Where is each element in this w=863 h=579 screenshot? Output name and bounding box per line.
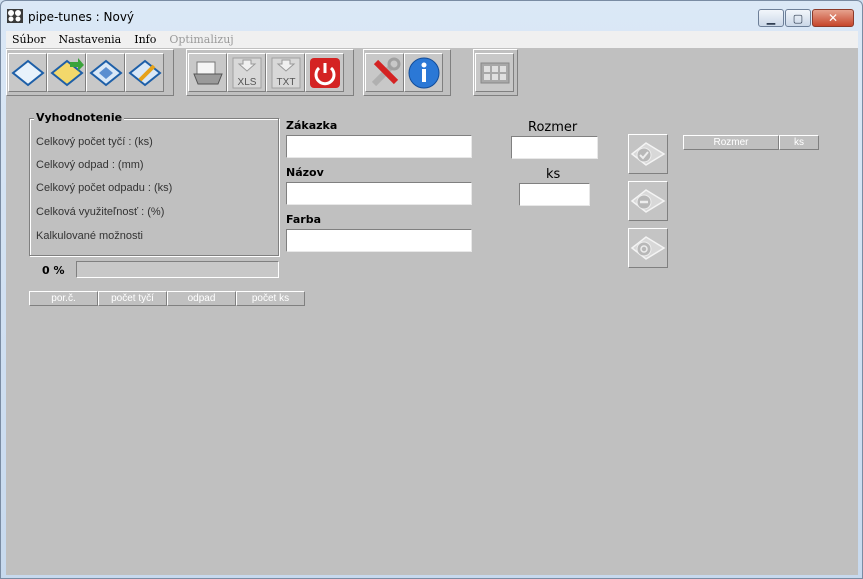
farba-input[interactable] xyxy=(286,229,472,252)
save-as-disk-icon xyxy=(127,59,162,86)
window-title: pipe-tunes : Nový xyxy=(28,10,135,24)
optimize-button[interactable] xyxy=(475,53,514,92)
svg-text:XLS: XLS xyxy=(237,77,256,88)
optimize-calculator-icon xyxy=(480,62,509,83)
minimize-icon: ▁ xyxy=(766,11,776,25)
open-folder-icon xyxy=(49,57,84,86)
open-button[interactable] xyxy=(47,53,86,92)
progress-bar xyxy=(76,261,279,278)
maximize-button[interactable]: ▢ xyxy=(785,9,811,27)
menu-optimalizuj[interactable]: Optimalizuj xyxy=(163,33,240,46)
rozmer-label: Rozmer xyxy=(528,120,578,135)
menu-bar: Súbor Nastavenia Info Optimalizuj xyxy=(6,31,858,48)
save-as-button[interactable] xyxy=(125,53,164,92)
col-header-ks[interactable]: ks xyxy=(779,135,819,150)
progress-percent-label: 0 % xyxy=(42,264,65,277)
toolbar-export-group: XLS TXT xyxy=(186,49,354,96)
export-xls-button[interactable]: XLS xyxy=(227,53,266,92)
toolbar-tools-group xyxy=(363,49,451,96)
ks-label: ks xyxy=(546,167,561,182)
export-xls-icon: XLS xyxy=(232,57,261,88)
new-button[interactable] xyxy=(8,53,47,92)
add-item-button[interactable] xyxy=(628,134,668,174)
minimize-button[interactable]: ▁ xyxy=(758,9,784,27)
stat-utilization: Celková využiteľnosť : (%) xyxy=(36,206,165,218)
save-button[interactable] xyxy=(86,53,125,92)
results-table-header: por.č. počet tyčí odpad počet ks xyxy=(29,291,305,306)
export-txt-button[interactable]: TXT xyxy=(266,53,305,92)
farba-label: Farba xyxy=(286,213,322,226)
export-txt-icon: TXT xyxy=(271,57,300,88)
tools-settings-icon xyxy=(371,57,400,86)
toolbar-optimize-group xyxy=(473,49,518,96)
menu-nastavenia[interactable]: Nastavenia xyxy=(53,33,129,46)
toolbar-file-group xyxy=(6,49,174,96)
col-header-rozmer[interactable]: Rozmer xyxy=(683,135,779,150)
menu-subor[interactable]: Súbor xyxy=(6,33,53,46)
maximize-icon: ▢ xyxy=(792,11,804,25)
col-header-waste[interactable]: odpad xyxy=(167,291,236,306)
menu-info[interactable]: Info xyxy=(128,33,163,46)
client-area: XLS TXT Vyhodnotenie Celkový počet tyčí … xyxy=(6,48,858,575)
col-header-order[interactable]: por.č. xyxy=(29,291,98,306)
exit-button[interactable] xyxy=(305,53,344,92)
rozmer-input[interactable] xyxy=(511,136,598,159)
power-exit-icon xyxy=(309,57,340,88)
info-button[interactable] xyxy=(404,53,443,92)
summary-title: Vyhodnotenie xyxy=(34,111,125,124)
print-button[interactable] xyxy=(188,53,227,92)
remove-item-button[interactable] xyxy=(628,181,668,221)
col-header-piece-count[interactable]: počet ks xyxy=(236,291,305,306)
app-window: pipe-tunes : Nový ▁ ▢ ✕ Súbor Nastavenia… xyxy=(0,0,863,579)
edit-item-icon xyxy=(630,236,666,260)
stat-total-bars: Celkový počet tyčí : (ks) xyxy=(36,136,153,148)
col-header-bar-count[interactable]: počet tyčí xyxy=(98,291,167,306)
app-icon xyxy=(7,9,23,23)
info-icon xyxy=(408,57,439,88)
nazov-label: Názov xyxy=(286,166,324,179)
zakazka-label: Zákazka xyxy=(286,119,338,132)
zakazka-input[interactable] xyxy=(286,135,472,158)
settings-button[interactable] xyxy=(365,53,404,92)
remove-item-icon xyxy=(630,189,666,213)
printer-icon xyxy=(192,61,223,84)
add-item-icon xyxy=(630,142,666,166)
new-document-icon xyxy=(10,59,45,86)
title-bar[interactable]: pipe-tunes : Nový ▁ ▢ ✕ xyxy=(1,1,862,31)
items-table-header: Rozmer ks xyxy=(683,135,819,150)
ks-input[interactable] xyxy=(519,183,590,206)
nazov-input[interactable] xyxy=(286,182,472,205)
stat-calculated-options: Kalkulované možnosti xyxy=(36,230,144,242)
close-button[interactable]: ✕ xyxy=(812,9,854,27)
edit-item-button[interactable] xyxy=(628,228,668,268)
stat-waste-count: Celkový počet odpadu : (ks) xyxy=(36,182,173,194)
stat-total-waste: Celkový odpad : (mm) xyxy=(36,159,144,171)
save-disk-icon xyxy=(88,59,123,86)
close-icon: ✕ xyxy=(827,11,839,25)
svg-text:TXT: TXT xyxy=(276,77,295,88)
